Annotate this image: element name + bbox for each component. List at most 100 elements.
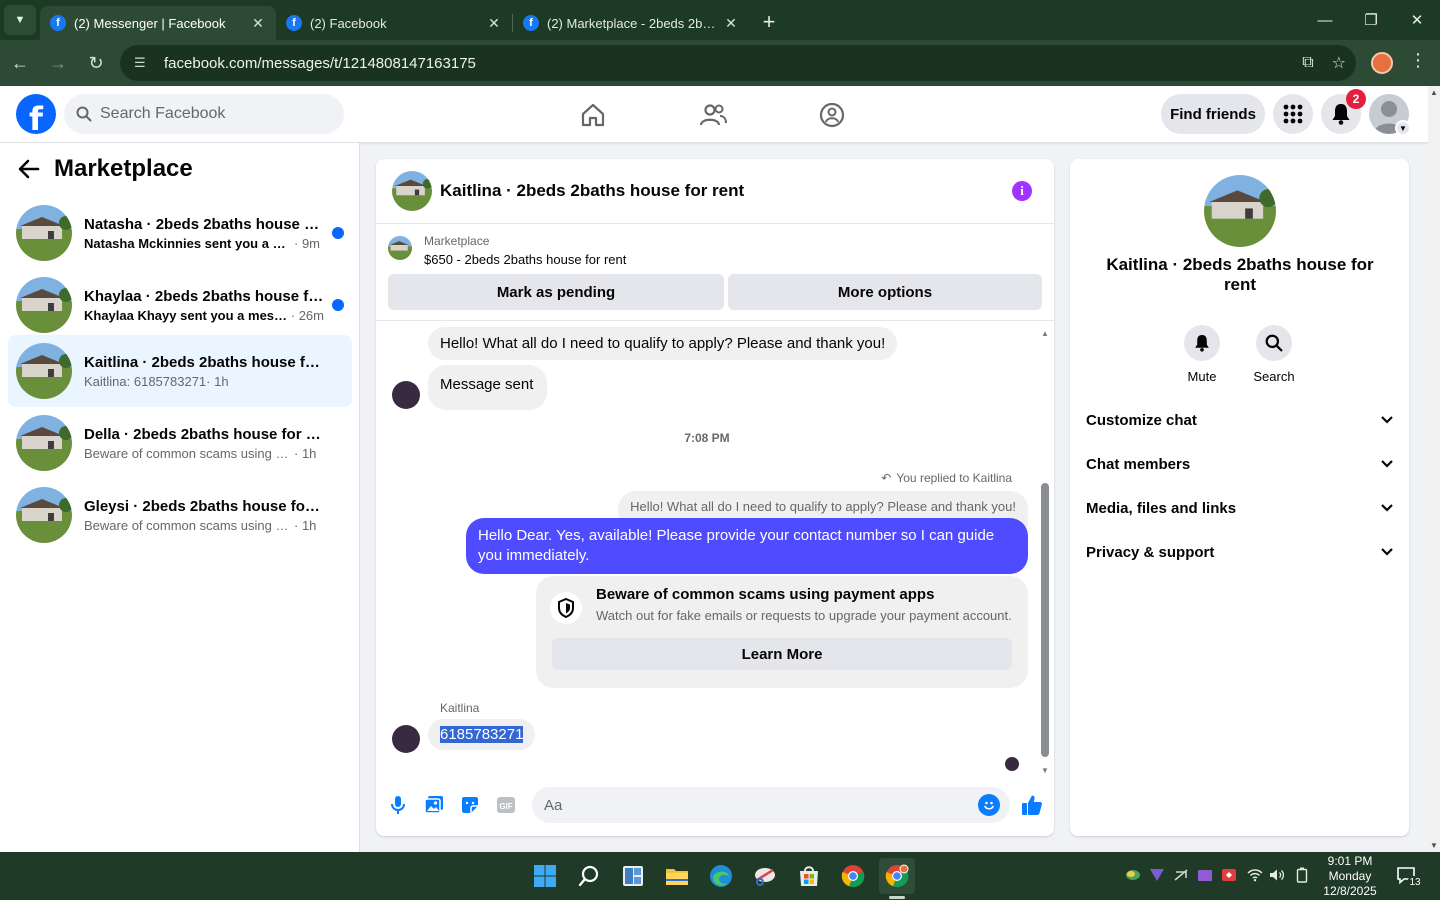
conversation-item-della[interactable]: Della · 2beds 2baths house for rent Bewa… (8, 407, 352, 479)
tab-close-icon[interactable]: ✕ (723, 15, 739, 32)
start-windows-icon[interactable] (527, 858, 563, 894)
tray-app-icon[interactable] (1220, 866, 1238, 884)
section-media-files-links[interactable]: Media, files and links (1086, 490, 1393, 526)
file-explorer-icon[interactable] (659, 858, 695, 894)
groups-icon[interactable] (815, 98, 849, 132)
section-privacy-support[interactable]: Privacy & support (1086, 534, 1393, 570)
message-input-field[interactable] (532, 787, 1010, 823)
selected-phone-number[interactable]: 6185783271 (440, 726, 524, 743)
conversation-item-gleysi[interactable]: Gleysi · 2beds 2baths house for rent Bew… (8, 479, 352, 551)
chat-title[interactable]: Kaitlina · 2beds 2baths house for rent (440, 181, 744, 201)
new-tab-button[interactable]: + (755, 8, 783, 36)
tray-app-icon[interactable] (1148, 866, 1166, 884)
incoming-message[interactable]: 6185783271 (428, 719, 536, 750)
facebook-logo-icon[interactable]: f (16, 94, 56, 134)
minimize-button[interactable]: — (1302, 0, 1348, 40)
chat-panel: Kaitlina · 2beds 2baths house for rent i… (376, 159, 1054, 836)
volume-icon[interactable] (1268, 866, 1286, 884)
reload-button[interactable]: ↻ (78, 45, 114, 81)
microphone-icon[interactable] (385, 792, 411, 818)
scroll-up-icon[interactable]: ▲ (1430, 88, 1438, 97)
chrome-profile-icon[interactable] (879, 858, 915, 894)
info-icon[interactable]: i (1012, 181, 1032, 201)
chat-listing-avatar[interactable] (392, 171, 432, 211)
address-bar-row: ← → ↻ ☰ facebook.com/messages/t/12148081… (0, 40, 1440, 86)
photo-icon[interactable] (421, 792, 447, 818)
message-input[interactable] (544, 796, 944, 814)
message-thread[interactable]: Hello! What all do I need to qualify to … (376, 321, 1054, 773)
account-chevron-down-icon[interactable]: ▼ (1395, 120, 1411, 136)
back-button[interactable]: ← (2, 45, 38, 81)
tab-search-button[interactable]: ▼ (4, 5, 36, 35)
scrollbar-thumb[interactable] (1041, 483, 1049, 757)
chrome-icon[interactable] (835, 858, 871, 894)
back-arrow-icon[interactable] (18, 159, 40, 179)
tab-close-icon[interactable]: ✕ (250, 15, 266, 32)
maximize-button[interactable]: ❐ (1348, 0, 1394, 40)
conversation-avatar[interactable] (1204, 175, 1276, 247)
gif-icon[interactable]: GIF (493, 792, 519, 818)
page-scrollbar[interactable]: ▲ ▼ (1428, 86, 1440, 852)
reply-arrow-icon: ↶ (881, 471, 892, 485)
search-icon[interactable] (1256, 325, 1292, 361)
emoji-icon[interactable] (978, 794, 1000, 816)
edge-browser-icon[interactable] (703, 858, 739, 894)
thread-scrollbar[interactable]: ▲ ▼ (1040, 329, 1050, 775)
battery-icon[interactable] (1293, 866, 1311, 884)
widgets-icon[interactable] (615, 858, 651, 894)
section-customize-chat[interactable]: Customize chat (1086, 402, 1393, 438)
microsoft-store-icon[interactable] (791, 858, 827, 894)
scroll-up-icon[interactable]: ▲ (1041, 329, 1049, 338)
thumbs-up-icon[interactable] (1019, 792, 1045, 818)
omnibox-actions: ⧉ ☆ (1302, 45, 1346, 81)
listing-price-title[interactable]: $650 - 2beds 2baths house for rent (424, 252, 626, 267)
mute-button[interactable]: Mute (1172, 325, 1232, 384)
wifi-icon[interactable] (1246, 866, 1264, 884)
sender-avatar[interactable] (392, 381, 420, 409)
bell-icon[interactable] (1184, 325, 1220, 361)
bookmark-star-icon[interactable]: ☆ (1332, 53, 1346, 73)
forward-button[interactable]: → (40, 45, 76, 81)
mark-pending-button[interactable]: Mark as pending (388, 274, 724, 310)
tab-marketplace[interactable]: f (2) Marketplace - 2beds 2baths ✕ (513, 6, 749, 40)
search-input[interactable] (100, 105, 320, 123)
mute-label: Mute (1187, 369, 1217, 384)
chevron-down-icon (1381, 548, 1393, 556)
taskbar-search-icon[interactable] (571, 858, 607, 894)
conversation-item-khaylaa[interactable]: Khaylaa · 2beds 2baths house for rent Kh… (8, 269, 352, 341)
learn-more-button[interactable]: Learn More (552, 638, 1012, 670)
find-friends-button[interactable]: Find friends (1161, 94, 1265, 134)
listing-thumbnail[interactable] (388, 236, 412, 260)
conversation-item-natasha[interactable]: Natasha · 2beds 2baths house for rent Na… (8, 197, 352, 269)
section-chat-members[interactable]: Chat members (1086, 446, 1393, 482)
scroll-down-icon[interactable]: ▼ (1430, 841, 1438, 850)
tab-facebook[interactable]: f (2) Facebook ✕ (276, 6, 512, 40)
tab-messenger[interactable]: f (2) Messenger | Facebook ✕ (40, 6, 276, 40)
search-conversation-button[interactable]: Search (1244, 325, 1304, 384)
outgoing-message[interactable]: Hello Dear. Yes, available! Please provi… (466, 518, 1028, 574)
close-window-button[interactable]: ✕ (1394, 0, 1440, 40)
incoming-message[interactable]: Hello! What all do I need to qualify to … (428, 327, 898, 360)
conversation-snippet: Natasha Mckinnies sent you a message (84, 235, 294, 251)
tab-close-icon[interactable]: ✕ (486, 15, 502, 32)
tray-app-icon[interactable] (1172, 866, 1190, 884)
install-app-icon[interactable]: ⧉ (1302, 54, 1313, 72)
tray-app-icon[interactable] (1196, 866, 1214, 884)
friends-icon[interactable] (696, 98, 730, 132)
menu-grid-icon[interactable] (1273, 94, 1313, 134)
sticker-icon[interactable] (457, 792, 483, 818)
tray-app-icon[interactable] (1124, 866, 1142, 884)
browser-profile-avatar[interactable] (1371, 52, 1393, 74)
facebook-search[interactable] (64, 94, 344, 134)
incoming-message[interactable]: Message sent (428, 365, 548, 410)
snipping-tool-icon[interactable] (747, 858, 783, 894)
url-field[interactable]: ☰ facebook.com/messages/t/12148081471631… (120, 45, 1356, 81)
sender-avatar[interactable] (392, 725, 420, 753)
conversation-item-kaitlina[interactable]: Kaitlina · 2beds 2baths house for rent K… (8, 335, 352, 407)
system-clock[interactable]: 9:01 PM Monday 12/8/2025 (1318, 854, 1382, 899)
browser-menu-icon[interactable]: ⋮ (1408, 50, 1428, 71)
site-info-icon[interactable]: ☰ (134, 55, 150, 71)
more-options-button[interactable]: More options (728, 274, 1042, 310)
home-icon[interactable] (576, 98, 610, 132)
chat-header: Kaitlina · 2beds 2baths house for rent i (376, 159, 1054, 224)
